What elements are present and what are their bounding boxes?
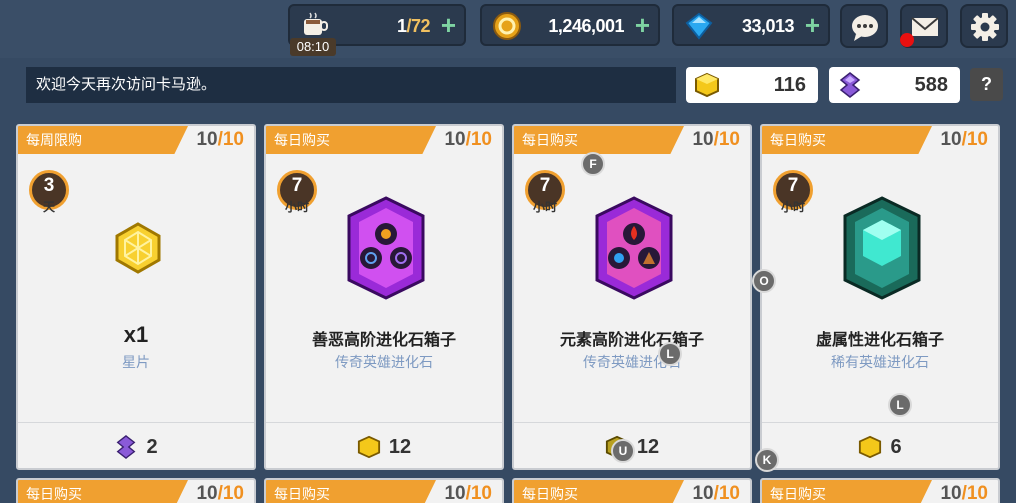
purchase-count: 10/10: [444, 129, 492, 150]
gem-value: 33,013: [741, 16, 795, 36]
item-subtitle: 稀有英雄进化石: [831, 354, 929, 370]
shop-card-row2[interactable]: 每日购买 10/10: [512, 478, 752, 503]
purchase-limit-tag: 每日购买: [762, 126, 932, 154]
yellow-cube-icon: [357, 435, 380, 459]
shop-card-row2[interactable]: 每日购买 10/10: [264, 478, 504, 503]
gem-plus-button[interactable]: +: [805, 11, 820, 39]
shop-card-element-stone-box[interactable]: 每日购买 10/10 7 小时 元素高阶进化石箱子 传奇英雄进化石 12: [512, 124, 752, 470]
purple-crystal-value: 588: [914, 74, 948, 96]
purchase-count: 10/10: [692, 129, 740, 150]
purple-crystal-currency: 588: [829, 67, 960, 103]
price-value: 12: [388, 436, 412, 458]
yellow-cube-currency: 116: [686, 67, 818, 103]
divider: [18, 422, 254, 423]
price-button[interactable]: 12: [266, 426, 502, 468]
purchase-count: 10/10: [692, 483, 740, 503]
chat-icon: [852, 15, 878, 41]
settings-button[interactable]: [960, 4, 1008, 48]
purple-crystal-icon: [117, 435, 136, 459]
shop-card-star-shard[interactable]: 每周限购 10/10 3 天 x1 星片 2: [16, 124, 256, 470]
purchase-count: 10/10: [940, 129, 988, 150]
purchase-limit-tag: 每日购买: [514, 480, 684, 503]
price-value: 2: [146, 436, 158, 458]
overlay-marker: O: [752, 269, 776, 293]
purchase-limit-tag: 每日购买: [514, 126, 684, 154]
gem-counter[interactable]: 33,013 +: [672, 4, 830, 46]
yellow-cube-icon: [859, 435, 882, 459]
alarm-clock-icon: 7 小时: [768, 164, 818, 214]
purchase-limit-tag: 每日购买: [762, 480, 932, 503]
alarm-clock-icon: 7 小时: [272, 164, 322, 214]
alarm-clock-icon: 7 小时: [520, 164, 570, 214]
shop-card-void-stone-box[interactable]: 每日购买 10/10 7 小时 虚属性进化石箱子 稀有英雄进化石 6: [760, 124, 1000, 470]
shop-card-row2[interactable]: 每日购买 10/10: [760, 478, 1000, 503]
item-subtitle: 星片: [122, 354, 150, 370]
item-subtitle: 传奇英雄进化石: [583, 354, 681, 370]
element-stone-box-icon: [595, 196, 673, 300]
purchase-limit-tag: 每日购买: [266, 480, 436, 503]
coffee-cup-icon: [304, 12, 328, 35]
item-name: 虚属性进化石箱子: [815, 332, 944, 349]
overlay-marker: L: [658, 342, 682, 366]
mail-notification-dot: [900, 33, 914, 47]
chat-button[interactable]: [840, 4, 888, 48]
help-button[interactable]: ?: [970, 68, 1003, 101]
gold-coin-icon: [493, 12, 521, 40]
shop-card-row2[interactable]: 每日购买 10/10: [16, 478, 256, 503]
purchase-count: 10/10: [196, 129, 244, 150]
divider: [762, 422, 998, 423]
overlay-marker: U: [611, 439, 635, 463]
star-shard-icon: [115, 222, 161, 274]
stamina-max: /72: [406, 16, 430, 36]
void-stone-box-icon: [843, 196, 921, 300]
divider: [514, 422, 750, 423]
purchase-count: 10/10: [940, 483, 988, 503]
purchase-limit-tag: 每周限购: [18, 126, 188, 154]
welcome-message: 欢迎今天再次访问卡马逊。: [26, 67, 676, 103]
item-name: 元素高阶进化石箱子: [559, 332, 704, 349]
overlay-marker: L: [888, 393, 912, 417]
overlay-marker: F: [581, 152, 605, 176]
price-button[interactable]: 6: [762, 426, 998, 468]
item-name: x1: [123, 322, 149, 347]
mail-icon: [911, 17, 939, 36]
price-value: 12: [636, 436, 660, 458]
blue-gem-icon: [685, 12, 713, 40]
purchase-count: 10/10: [196, 483, 244, 503]
alarm-clock-icon: 3 天: [24, 164, 74, 214]
item-name: 善恶高阶进化石箱子: [311, 332, 456, 349]
yellow-cube-value: 116: [773, 74, 806, 96]
price-button[interactable]: 2: [18, 426, 254, 468]
purchase-count: 10/10: [444, 483, 492, 503]
stamina-plus-button[interactable]: +: [441, 11, 456, 39]
overlay-marker: K: [755, 448, 779, 472]
purple-crystal-icon: [839, 72, 861, 98]
gold-value: 1,246,001: [548, 16, 624, 36]
purchase-limit-tag: 每日购买: [18, 480, 188, 503]
yellow-cube-icon: [695, 72, 719, 98]
price-value: 6: [890, 436, 902, 458]
settings-gear-icon: [971, 13, 999, 41]
divider: [266, 422, 502, 423]
good-evil-stone-box-icon: [347, 196, 425, 300]
item-subtitle: 传奇英雄进化石: [335, 354, 433, 370]
gold-plus-button[interactable]: +: [635, 11, 650, 39]
stamina-timer: 08:10: [290, 38, 336, 56]
purchase-limit-tag: 每日购买: [266, 126, 436, 154]
shop-card-good-evil-stone-box[interactable]: 每日购买 10/10 7 小时 善恶高阶进化石箱子 传奇英雄进化石 12: [264, 124, 504, 470]
gold-counter[interactable]: 1,246,001 +: [480, 4, 660, 46]
